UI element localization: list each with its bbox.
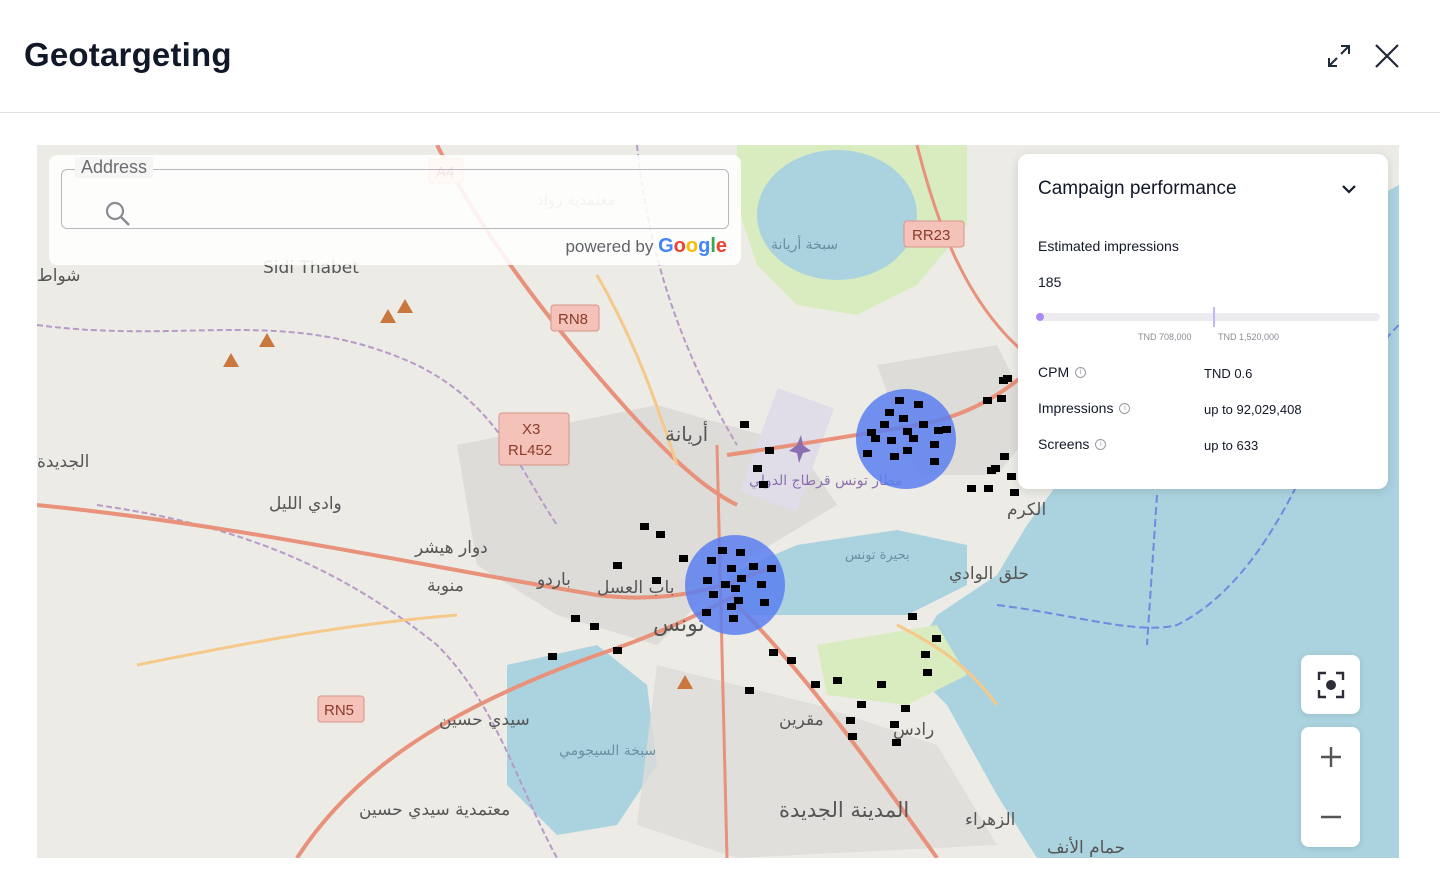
- label-oued-ellil: وادي الليل: [269, 494, 342, 514]
- address-field[interactable]: [61, 169, 729, 230]
- expand-icon: [1328, 45, 1350, 67]
- impressions-label: Impressions i: [1038, 400, 1131, 416]
- close-icon: [1375, 44, 1399, 68]
- label-lake: بحيرة تونس: [845, 548, 910, 563]
- address-label: Address: [75, 157, 154, 178]
- map-canvas[interactable]: A4 RR23 RN8 X3RL452 RN5 Sidi Thabet أريا…: [37, 145, 1399, 858]
- label-sebkha-ariana: سبخة أريانة: [771, 235, 838, 253]
- label-rades: رادس: [893, 720, 934, 740]
- chevron-down-icon[interactable]: [1340, 180, 1358, 198]
- label-left-1: شواط: [37, 266, 80, 286]
- label-bardo: باردو: [536, 570, 571, 590]
- label-left-2: الجديدة: [37, 452, 89, 472]
- info-icon[interactable]: i: [1119, 402, 1131, 414]
- label-goulette: حلق الوادي: [949, 564, 1029, 584]
- performance-title: Campaign performance: [1038, 178, 1237, 199]
- impressions-value: up to 92,029,408: [1204, 402, 1302, 417]
- screens-value: up to 633: [1204, 438, 1259, 453]
- shield-rl452: RL452: [508, 442, 552, 459]
- campaign-performance-panel: Campaign performance Estimated impressio…: [1018, 154, 1388, 489]
- shield-rn5: RN5: [324, 702, 354, 719]
- label-bab-souika: باب العسل: [597, 578, 674, 598]
- estimated-impressions-value: 185: [1038, 274, 1062, 290]
- label-zahra: الزهراء: [965, 810, 1015, 830]
- label-douar-hicher: دوار هيشر: [414, 538, 488, 558]
- slider-marker: [1213, 307, 1215, 327]
- search-icon: [105, 201, 130, 226]
- label-manouba: منوبة: [427, 576, 464, 596]
- page-title: Geotargeting: [24, 36, 232, 73]
- address-input[interactable]: [142, 200, 722, 230]
- powered-by-text: powered by: [565, 237, 654, 256]
- shield-rn8: RN8: [558, 311, 588, 328]
- screens-label: Screens i: [1038, 436, 1107, 452]
- label-medina-jedida: المدينة الجديدة: [779, 798, 909, 822]
- powered-by-google: powered by Google: [565, 235, 727, 258]
- locate-icon: [1317, 671, 1344, 698]
- dialog-header: Geotargeting: [0, 0, 1440, 113]
- zoom-controls: [1301, 727, 1360, 847]
- label-hammam-lif: حمام الأنف: [1047, 837, 1125, 858]
- zoom-in-button[interactable]: [1301, 727, 1360, 787]
- zoom-out-button[interactable]: [1301, 787, 1360, 847]
- info-icon[interactable]: i: [1095, 438, 1107, 450]
- slider-label-1: TND 708,000: [1138, 332, 1192, 342]
- budget-slider[interactable]: [1038, 307, 1380, 327]
- info-icon[interactable]: i: [1075, 366, 1087, 378]
- locate-button[interactable]: [1301, 655, 1360, 714]
- estimated-impressions-label: Estimated impressions: [1038, 238, 1179, 254]
- slider-label-2: TND 1,520,000: [1218, 332, 1280, 342]
- plus-icon: [1320, 747, 1341, 767]
- label-sidi-hassine: سيدي حسين: [439, 710, 530, 730]
- shield-x3: X3: [522, 421, 540, 438]
- close-button[interactable]: [1369, 38, 1405, 74]
- label-motamadia: معتمدية سيدي حسين: [359, 800, 510, 820]
- google-logo: Google: [658, 235, 727, 257]
- address-search-card: Address powered by Google: [49, 155, 741, 265]
- cpm-label: CPM i: [1038, 364, 1087, 380]
- shield-rr23: RR23: [912, 227, 950, 244]
- label-kram: الكرم: [1007, 500, 1046, 520]
- label-ariana: أريانة: [665, 421, 708, 446]
- cpm-value: TND 0.6: [1204, 366, 1253, 381]
- label-megrine: مقرين: [779, 710, 824, 730]
- slider-handle[interactable]: [1035, 312, 1045, 322]
- minus-icon: [1320, 815, 1341, 819]
- expand-button[interactable]: [1321, 38, 1357, 74]
- label-sijoumi: سبخة السيجومي: [559, 743, 656, 759]
